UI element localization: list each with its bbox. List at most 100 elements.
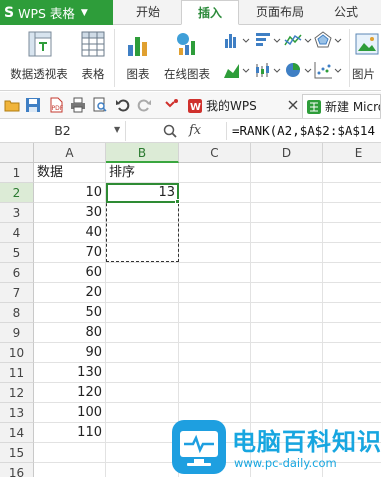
redo-icon[interactable] bbox=[136, 97, 152, 113]
cell-a6[interactable]: 60 bbox=[34, 263, 106, 283]
line-chart-icon[interactable] bbox=[284, 31, 314, 49]
row-header[interactable]: 14 bbox=[0, 423, 34, 443]
cell-d4[interactable] bbox=[251, 223, 323, 243]
tab-page-layout[interactable]: 页面布局 bbox=[244, 0, 316, 25]
doc-tab-my-wps[interactable]: W 我的WPS bbox=[184, 94, 284, 118]
pie-chart-icon[interactable] bbox=[284, 61, 314, 79]
row-header[interactable]: 10 bbox=[0, 343, 34, 363]
cell-a3[interactable]: 30 bbox=[34, 203, 106, 223]
cell-e11[interactable] bbox=[323, 363, 381, 383]
cell-d5[interactable] bbox=[251, 243, 323, 263]
cell-c9[interactable] bbox=[179, 323, 251, 343]
cell-b12[interactable] bbox=[106, 383, 179, 403]
row-header[interactable]: 7 bbox=[0, 283, 34, 303]
cell-a5[interactable]: 70 bbox=[34, 243, 106, 263]
formula-input[interactable]: =RANK(A2,$A$2:$A$14 bbox=[232, 121, 381, 141]
cell-a16[interactable] bbox=[34, 463, 106, 477]
select-all-corner[interactable] bbox=[0, 143, 34, 163]
row-header[interactable]: 15 bbox=[0, 443, 34, 463]
open-folder-icon[interactable] bbox=[4, 97, 20, 113]
column-header-a[interactable]: A bbox=[34, 143, 106, 163]
online-chart-button[interactable]: 在线图表 bbox=[156, 29, 218, 87]
cell-c2[interactable] bbox=[179, 183, 251, 203]
cell-b4[interactable] bbox=[106, 223, 179, 243]
cell-e5[interactable] bbox=[323, 243, 381, 263]
export-pdf-icon[interactable]: PDF bbox=[48, 97, 64, 113]
cell-b5[interactable] bbox=[106, 243, 179, 263]
doc-tab-workbook[interactable]: 新建 Micros bbox=[302, 94, 381, 118]
cell-b8[interactable] bbox=[106, 303, 179, 323]
row-header[interactable]: 5 bbox=[0, 243, 34, 263]
row-header[interactable]: 11 bbox=[0, 363, 34, 383]
row-header[interactable]: 6 bbox=[0, 263, 34, 283]
cell-e3[interactable] bbox=[323, 203, 381, 223]
cell-d7[interactable] bbox=[251, 283, 323, 303]
table-button[interactable]: 表格 bbox=[76, 29, 110, 87]
cell-b9[interactable] bbox=[106, 323, 179, 343]
fill-handle[interactable] bbox=[175, 199, 180, 204]
row-header[interactable]: 9 bbox=[0, 323, 34, 343]
cell-a12[interactable]: 120 bbox=[34, 383, 106, 403]
cell-b14[interactable] bbox=[106, 423, 179, 443]
cell-c7[interactable] bbox=[179, 283, 251, 303]
area-chart-icon[interactable] bbox=[223, 61, 253, 79]
cell-c5[interactable] bbox=[179, 243, 251, 263]
cell-e12[interactable] bbox=[323, 383, 381, 403]
cell-b10[interactable] bbox=[106, 343, 179, 363]
cell-d1[interactable] bbox=[251, 163, 323, 183]
zoom-icon[interactable] bbox=[163, 124, 177, 138]
column-header-e[interactable]: E bbox=[323, 143, 381, 163]
chart-button[interactable]: 图表 bbox=[120, 29, 156, 87]
customize-toolbar-icon[interactable] bbox=[164, 97, 180, 113]
tab-insert[interactable]: 插入 bbox=[181, 0, 239, 25]
save-icon[interactable] bbox=[25, 97, 41, 113]
cell-d3[interactable] bbox=[251, 203, 323, 223]
cell-a4[interactable]: 40 bbox=[34, 223, 106, 243]
cell-d9[interactable] bbox=[251, 323, 323, 343]
cell-a9[interactable]: 80 bbox=[34, 323, 106, 343]
cell-e9[interactable] bbox=[323, 323, 381, 343]
cell-c11[interactable] bbox=[179, 363, 251, 383]
print-preview-icon[interactable] bbox=[92, 97, 108, 113]
row-header[interactable]: 4 bbox=[0, 223, 34, 243]
column-header-c[interactable]: C bbox=[179, 143, 251, 163]
cell-b15[interactable] bbox=[106, 443, 179, 463]
cell-a10[interactable]: 90 bbox=[34, 343, 106, 363]
tab-home[interactable]: 开始 bbox=[126, 0, 170, 25]
insert-function-button[interactable]: fx bbox=[189, 121, 201, 141]
cell-a15[interactable] bbox=[34, 443, 106, 463]
cell-d8[interactable] bbox=[251, 303, 323, 323]
cell-c4[interactable] bbox=[179, 223, 251, 243]
tab-formulas[interactable]: 公式 bbox=[322, 0, 370, 25]
cell-e10[interactable] bbox=[323, 343, 381, 363]
cell-b1[interactable]: 排序 bbox=[106, 163, 179, 183]
print-icon[interactable] bbox=[70, 97, 86, 113]
cell-b3[interactable] bbox=[106, 203, 179, 223]
bar-chart-horizontal-icon[interactable] bbox=[254, 31, 284, 49]
cell-d12[interactable] bbox=[251, 383, 323, 403]
pivot-table-button[interactable]: 数据透视表 bbox=[6, 29, 72, 87]
cell-a7[interactable]: 20 bbox=[34, 283, 106, 303]
row-header[interactable]: 1 bbox=[0, 163, 34, 183]
cell-a2[interactable]: 10 bbox=[34, 183, 106, 203]
column-header-b[interactable]: B bbox=[106, 143, 179, 163]
cell-e6[interactable] bbox=[323, 263, 381, 283]
cell-e8[interactable] bbox=[323, 303, 381, 323]
cell-b13[interactable] bbox=[106, 403, 179, 423]
cell-e7[interactable] bbox=[323, 283, 381, 303]
cell-c1[interactable] bbox=[179, 163, 251, 183]
cell-a13[interactable]: 100 bbox=[34, 403, 106, 423]
cell-a11[interactable]: 130 bbox=[34, 363, 106, 383]
column-header-d[interactable]: D bbox=[251, 143, 323, 163]
cell-d2[interactable] bbox=[251, 183, 323, 203]
cell-c8[interactable] bbox=[179, 303, 251, 323]
cell-b6[interactable] bbox=[106, 263, 179, 283]
cell-c10[interactable] bbox=[179, 343, 251, 363]
picture-button[interactable]: 图片 bbox=[352, 29, 381, 87]
cell-e2[interactable] bbox=[323, 183, 381, 203]
cell-b2[interactable]: 13 bbox=[106, 183, 179, 203]
radar-chart-icon[interactable] bbox=[314, 31, 344, 49]
app-menu-button[interactable]: S WPS 表格 ▼ bbox=[0, 0, 113, 25]
stock-chart-icon[interactable] bbox=[254, 61, 284, 79]
cell-a8[interactable]: 50 bbox=[34, 303, 106, 323]
